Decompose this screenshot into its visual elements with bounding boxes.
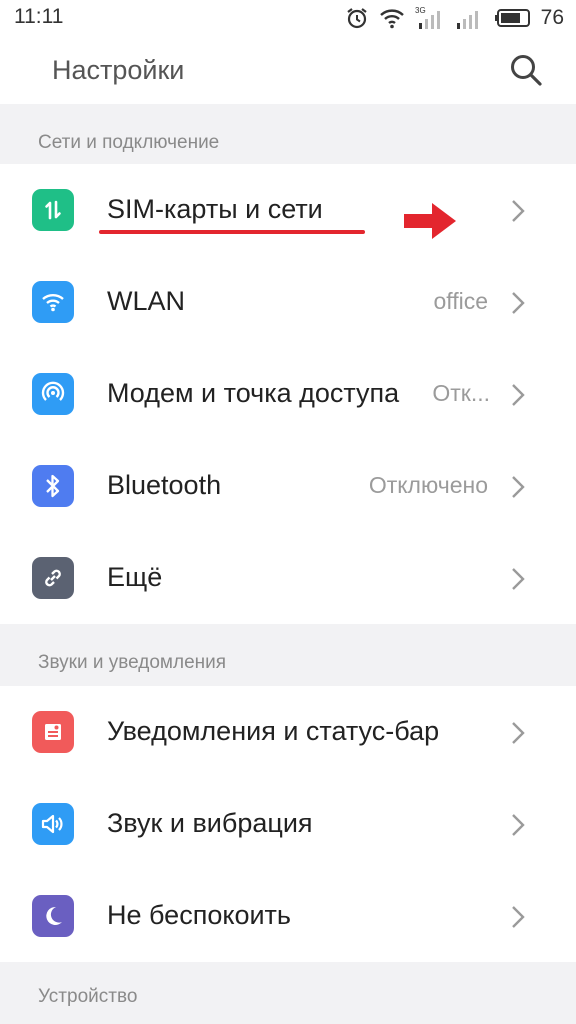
section-header-sounds: Звуки и уведомления — [0, 632, 576, 690]
alarm-icon — [346, 8, 367, 29]
settings-item-wlan[interactable]: WLAN office — [0, 256, 576, 348]
settings-item-label: WLAN — [107, 286, 186, 316]
settings-item-sound[interactable]: Звук и вибрация — [0, 778, 576, 870]
status-bar: 11:11 3G 76 — [0, 0, 576, 36]
settings-item-sim[interactable]: SIM-карты и сети — [0, 164, 576, 256]
section-title: Устройство — [38, 986, 138, 1007]
chevron-right-icon — [512, 200, 525, 222]
sim-transfer-icon — [32, 189, 74, 231]
search-button[interactable] — [509, 53, 543, 87]
chevron-right-icon — [512, 814, 525, 836]
chevron-right-icon — [512, 722, 525, 744]
settings-item-value: Отк... — [432, 380, 490, 406]
status-time: 11:11 — [14, 5, 64, 28]
settings-item-notifications[interactable]: Уведомления и статус-бар — [0, 686, 576, 778]
section-header-device: Устройство — [0, 966, 576, 1024]
settings-item-more[interactable]: Ещё — [0, 532, 576, 624]
chevron-right-icon — [512, 292, 525, 314]
notification-icon — [32, 711, 74, 753]
chevron-right-icon — [512, 906, 525, 928]
chevron-right-icon — [512, 568, 525, 590]
battery-level: 76 — [540, 6, 564, 29]
search-icon — [511, 55, 542, 86]
settings-item-label: SIM-карты и сети — [107, 194, 323, 224]
settings-item-label: Bluetooth — [107, 470, 222, 500]
settings-item-label: Звук и вибрация — [107, 808, 313, 838]
speaker-icon — [32, 803, 74, 845]
settings-item-do-not-disturb[interactable]: Не беспокоить — [0, 870, 576, 962]
settings-item-bluetooth[interactable]: Bluetooth Отключено — [0, 440, 576, 532]
battery-icon — [494, 9, 530, 27]
app-bar: Настройки — [0, 36, 576, 104]
settings-item-hotspot[interactable]: Модем и точка доступа Отк... — [0, 348, 576, 440]
settings-item-value: Отключено — [368, 472, 488, 498]
signal-3g-icon: 3G — [415, 6, 440, 29]
wifi-status-icon — [379, 9, 404, 29]
annotation-underline — [99, 230, 365, 234]
status-icons: 3G 76 — [345, 4, 564, 32]
wifi-icon — [32, 281, 74, 323]
network-type-label: 3G — [415, 6, 426, 15]
section-title: Сети и подключение — [38, 132, 220, 153]
section-title: Звуки и уведомления — [38, 652, 227, 673]
settings-item-label: Уведомления и статус-бар — [107, 716, 440, 746]
settings-item-label: Не беспокоить — [107, 900, 291, 930]
annotation-arrow-icon — [404, 203, 456, 239]
link-icon — [32, 557, 74, 599]
signal-icon — [456, 11, 478, 29]
bluetooth-icon — [32, 465, 74, 507]
moon-icon — [32, 895, 74, 937]
settings-group-sounds: Уведомления и статус-бар Звук и вибрация… — [0, 686, 576, 962]
hotspot-icon — [32, 373, 74, 415]
page-title: Настройки — [52, 55, 185, 85]
settings-item-label: Ещё — [107, 562, 163, 592]
chevron-right-icon — [512, 384, 525, 406]
chevron-right-icon — [512, 476, 525, 498]
settings-item-label: Модем и точка доступа — [107, 378, 400, 408]
settings-item-value: office — [433, 288, 488, 314]
section-header-networks: Сети и подключение — [0, 112, 576, 170]
